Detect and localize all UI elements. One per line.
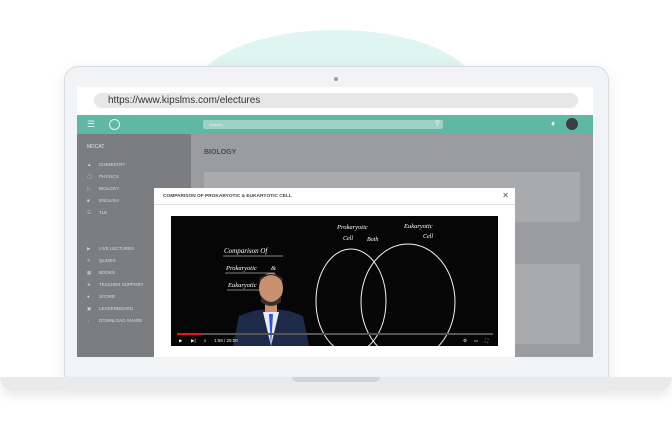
board-text-eukaryotic: Eukaryotic	[227, 282, 257, 289]
send-icon: ➤	[87, 282, 91, 287]
sidebar-item-biology[interactable]: ▷ BIOLOGY	[87, 186, 119, 192]
list-icon: ☰	[87, 210, 92, 215]
board-text-and: &	[271, 265, 277, 272]
settings-icon[interactable]: ⚙	[463, 338, 467, 344]
board-text-prok-cell: Cell	[343, 236, 353, 242]
sidebar-item-tle[interactable]: ☰ TLE	[87, 210, 107, 216]
sidebar-item-download-share[interactable]: ↓ DOWNLOAD SHARE	[87, 318, 142, 323]
screen: https://www.kipslms.com/electures ☰ Sear…	[77, 87, 593, 357]
book-icon: ■	[87, 198, 90, 203]
hamburger-menu-icon[interactable]: ☰	[87, 119, 95, 130]
video-modal: COMPARISON OF PROKARYOTIC & EUKARYOTIC C…	[154, 188, 515, 357]
modal-title: COMPARISON OF PROKARYOTIC & EUKARYOTIC C…	[163, 194, 292, 199]
atom-icon: ◯	[87, 174, 93, 179]
sidebar-item-english[interactable]: ■ ENGLISH	[87, 198, 119, 203]
board-text-euk-heading: Eukaryotic	[403, 223, 433, 230]
next-icon[interactable]: ▶|	[191, 338, 196, 344]
sidebar-item-live-lectures[interactable]: ▶ LIVE LECTURES	[87, 246, 134, 252]
board-text-prok-heading: Prokaryotic	[336, 224, 368, 231]
theater-mode-icon[interactable]: ▭	[474, 338, 478, 344]
download-icon: ↓	[87, 318, 90, 323]
camera-icon	[334, 77, 338, 81]
chalkboard-scene: Comparison Of Prokaryotic & Eukaryotic P…	[223, 223, 456, 346]
sidebar-item-leaderboard[interactable]: ▣ LEADERBOARD	[87, 306, 133, 312]
laptop-base	[0, 377, 672, 391]
search-placeholder: Search...	[209, 122, 226, 127]
board-text-both: Both	[367, 237, 378, 243]
sidebar-item-physics[interactable]: ◯ PHYSICS	[87, 174, 119, 180]
board-text-comparison: Comparison Of	[224, 247, 268, 255]
close-icon[interactable]: ✕	[502, 191, 509, 200]
video-progress-bar[interactable]	[177, 333, 493, 335]
score-icon: ●	[87, 294, 90, 299]
leaf-icon: ▷	[87, 186, 91, 191]
board-text-prokaryotic: Prokaryotic	[225, 265, 257, 272]
sidebar-item-score[interactable]: ● SCORE	[87, 294, 115, 299]
venn-circle-left	[315, 248, 387, 346]
url-text: https://www.kipslms.com/electures	[108, 95, 261, 106]
avatar[interactable]	[566, 118, 578, 130]
sidebar-item-teacher-support[interactable]: ➤ TEACHER SUPPORT	[87, 282, 143, 288]
sidebar-item-quizes[interactable]: ✎ QUIZES	[87, 258, 116, 264]
volume-icon[interactable]: ♬	[203, 338, 208, 343]
url-bar[interactable]: https://www.kipslms.com/electures	[94, 93, 578, 108]
board-text-euk-cell: Cell	[423, 234, 433, 240]
search-icon[interactable]: ⚲	[435, 119, 440, 127]
quiz-icon: ✎	[87, 258, 91, 263]
logo-icon[interactable]	[109, 119, 120, 130]
video-progress-fill	[177, 333, 203, 335]
divider	[154, 204, 515, 205]
venn-circle-right	[360, 243, 456, 346]
video-icon: ▶	[87, 246, 91, 251]
sidebar-section-title: MDCAT	[87, 144, 105, 150]
search-input[interactable]: Search...	[203, 120, 443, 129]
page-title: BIOLOGY	[204, 149, 237, 156]
notification-icon[interactable]: ♦	[551, 119, 555, 128]
flask-icon: ▲	[87, 162, 92, 167]
books-icon: ▦	[87, 270, 92, 275]
play-icon[interactable]: ▶	[179, 338, 182, 344]
fullscreen-icon[interactable]: ⛶	[485, 338, 488, 343]
laptop-notch	[292, 377, 380, 382]
video-player[interactable]: Comparison Of Prokaryotic & Eukaryotic P…	[171, 216, 498, 346]
sidebar-item-chemistry[interactable]: ▲ CHEMISTRY	[87, 162, 125, 167]
video-controls: ▶ ▶| ♬ 1:59 / 25:00 ⚙ ▭ ⛶	[171, 336, 498, 346]
top-navbar: ☰ Search... ⚲ ♦	[77, 115, 593, 134]
board-icon: ▣	[87, 306, 92, 311]
video-time: 1:59 / 25:00	[214, 338, 238, 343]
sidebar-item-books[interactable]: ▦ BOOKS	[87, 270, 115, 276]
